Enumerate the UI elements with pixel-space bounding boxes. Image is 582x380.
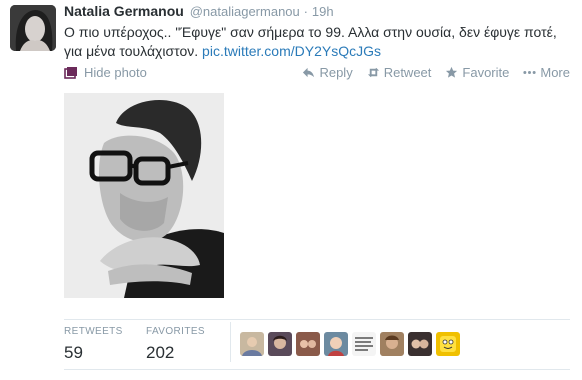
tweet-timestamp[interactable]: 19h <box>312 4 334 19</box>
fullname[interactable]: Natalia Germanou <box>64 3 184 19</box>
favorites-stat[interactable]: FAVORITES 202 <box>146 326 205 363</box>
favoriter-avatar[interactable] <box>408 332 432 356</box>
more-button[interactable]: More <box>523 65 570 80</box>
avatar-image <box>10 5 56 51</box>
favoriter-avatar[interactable] <box>324 332 348 356</box>
favorites-label: FAVORITES <box>146 326 205 337</box>
tweet-text: Ο πιο υπέροχος.. "Έφυγε" σαν σήμερα το 9… <box>64 23 576 61</box>
favoriter-image <box>408 332 432 356</box>
favoriter-image <box>436 332 460 356</box>
reply-label: Reply <box>319 65 353 80</box>
favoriter-avatar[interactable] <box>436 332 460 356</box>
favorite-button[interactable]: Favorite <box>445 65 509 80</box>
retweets-count: 59 <box>64 343 83 362</box>
more-label: More <box>540 65 570 80</box>
favoriter-avatar[interactable] <box>352 332 376 356</box>
favoriter-image <box>352 332 376 356</box>
more-dots-icon <box>523 71 537 74</box>
favoriter-avatar[interactable] <box>296 332 320 356</box>
favoriter-image <box>240 332 264 356</box>
photo-icon <box>64 66 77 79</box>
favoriter-image <box>268 332 292 356</box>
hide-photo-label: Hide photo <box>84 65 147 80</box>
tweet-header: Natalia Germanou @nataliagermanou · 19h <box>64 3 334 19</box>
username[interactable]: @nataliagermanou <box>190 4 300 19</box>
favoriter-image <box>380 332 404 356</box>
favorite-label: Favorite <box>462 65 510 80</box>
favoriter-image <box>324 332 348 356</box>
retweet-button[interactable]: Retweet <box>367 65 432 80</box>
favoriter-avatar[interactable] <box>380 332 404 356</box>
favoriters-avatars <box>240 332 460 356</box>
stats-vertical-divider <box>230 322 231 362</box>
reply-icon <box>303 67 315 78</box>
avatar[interactable] <box>10 5 56 51</box>
reply-button[interactable]: Reply <box>302 65 353 80</box>
favoriter-image <box>296 332 320 356</box>
pic-link[interactable]: pic.twitter.com/DY2YsQcJGs <box>202 43 381 59</box>
tweet-photo[interactable] <box>64 93 224 298</box>
favorites-count: 202 <box>146 343 175 362</box>
favoriter-avatar[interactable] <box>268 332 292 356</box>
retweet-label: Retweet <box>383 65 432 80</box>
retweet-icon <box>367 67 379 78</box>
retweets-label: RETWEETS <box>64 326 123 337</box>
hide-photo-button[interactable]: Hide photo <box>64 65 147 80</box>
tweet-actions: Reply Retweet Favorite More <box>302 65 570 80</box>
retweets-stat[interactable]: RETWEETS 59 <box>64 326 123 363</box>
stats-top-divider <box>64 319 570 320</box>
favoriter-avatar[interactable] <box>240 332 264 356</box>
portrait-photo <box>64 93 224 298</box>
stats-bottom-divider <box>64 369 570 370</box>
star-icon <box>446 66 458 78</box>
time-separator: · <box>303 4 308 19</box>
